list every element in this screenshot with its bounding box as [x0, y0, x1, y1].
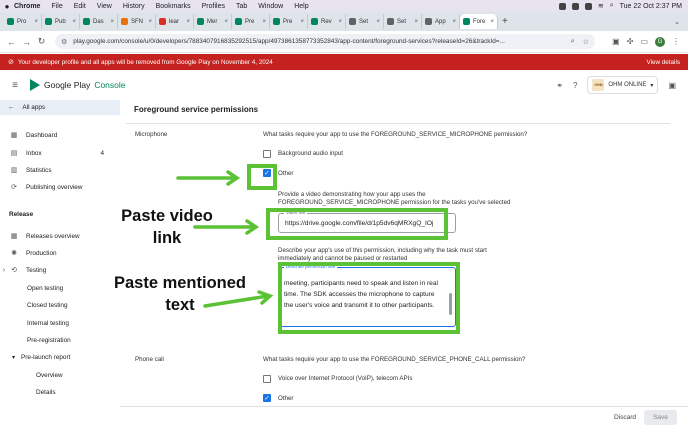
annotation-arrows — [176, 170, 274, 308]
paste-text-annotation: Paste mentioned text — [113, 274, 247, 314]
paste-video-annotation: Paste video link — [121, 207, 213, 247]
